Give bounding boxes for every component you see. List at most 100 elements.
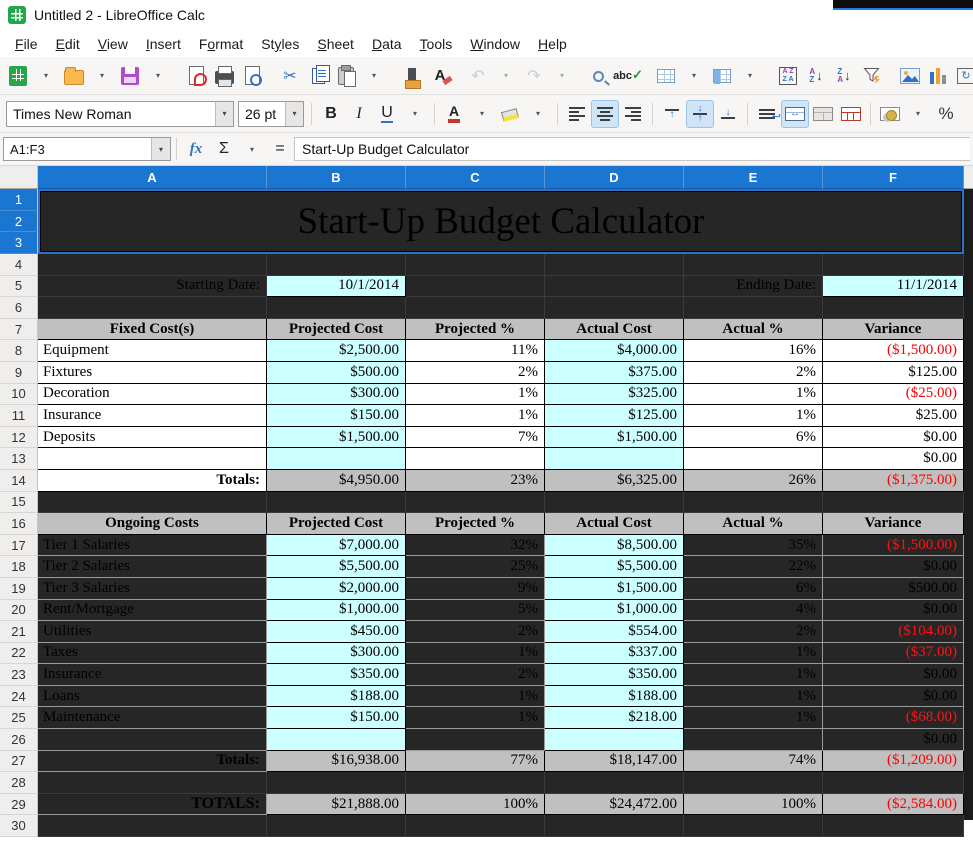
projected-pct-cell[interactable]: 7% [406, 427, 545, 449]
header-cell[interactable]: Fixed Cost(s) [38, 319, 267, 341]
projected-cost-cell[interactable]: $450.00 [267, 621, 406, 643]
row-header-27[interactable]: 27 [0, 751, 38, 773]
variance-cell[interactable]: $0.00 [823, 686, 964, 708]
totals-label-cell[interactable]: Totals: [38, 751, 267, 773]
projected-cost-cell[interactable]: $5,500.00 [267, 556, 406, 578]
projected-cost-cell[interactable]: $1,000.00 [267, 600, 406, 622]
font-color-button[interactable]: A [441, 101, 467, 127]
totals-variance-cell[interactable]: ($1,375.00) [823, 470, 964, 492]
function-wizard-button[interactable]: fx [183, 136, 209, 162]
cell[interactable] [406, 254, 545, 276]
font-size-combobox[interactable]: 26 pt ▾ [238, 101, 304, 127]
autofilter-button[interactable] [859, 63, 885, 89]
actual-cost-cell[interactable]: $1,500.00 [545, 578, 684, 600]
cell[interactable] [684, 492, 823, 514]
projected-cost-cell[interactable] [267, 729, 406, 751]
actual-cost-cell[interactable]: $188.00 [545, 686, 684, 708]
wrap-text-button[interactable]: ↩ [754, 101, 780, 127]
cell[interactable] [545, 297, 684, 319]
paste-dropdown[interactable]: ▾ [361, 63, 387, 89]
variance-cell[interactable]: ($104.00) [823, 621, 964, 643]
projected-pct-cell[interactable]: 1% [406, 384, 545, 406]
cost-name-cell[interactable]: Loans [38, 686, 267, 708]
cost-name-cell[interactable] [38, 729, 267, 751]
formula-button[interactable]: = [267, 136, 293, 162]
cell[interactable] [545, 815, 684, 837]
font-size-dropdown[interactable]: ▾ [285, 102, 303, 126]
cost-name-cell[interactable]: Taxes [38, 643, 267, 665]
column-header-e[interactable]: E [684, 166, 823, 189]
cell[interactable] [406, 815, 545, 837]
save-button[interactable] [117, 63, 143, 89]
projected-pct-cell[interactable]: 2% [406, 621, 545, 643]
actual-pct-cell[interactable] [684, 448, 823, 470]
totals-label-cell[interactable]: Totals: [38, 470, 267, 492]
cell[interactable] [823, 297, 964, 319]
italic-button[interactable]: I [346, 101, 372, 127]
header-cell[interactable]: Actual % [684, 513, 823, 535]
menu-item[interactable]: Window [461, 33, 529, 55]
sum-dropdown[interactable]: ▾ [239, 136, 265, 162]
cell[interactable] [406, 492, 545, 514]
header-cell[interactable]: Projected Cost [267, 513, 406, 535]
cell[interactable] [823, 772, 964, 794]
projected-pct-cell[interactable]: 5% [406, 600, 545, 622]
row-header[interactable]: 17 [0, 535, 38, 557]
row-header[interactable]: 18 [0, 556, 38, 578]
unmerge-cells-button[interactable] [838, 101, 864, 127]
underline-dropdown[interactable]: ▾ [402, 101, 428, 127]
highlight-color-dropdown[interactable]: ▾ [525, 101, 551, 127]
cost-name-cell[interactable]: Decoration [38, 384, 267, 406]
actual-pct-cell[interactable]: 2% [684, 362, 823, 384]
variance-cell[interactable]: $500.00 [823, 578, 964, 600]
totals-variance-cell[interactable]: ($1,209.00) [823, 751, 964, 773]
row-header-6[interactable]: 6 [0, 297, 38, 319]
cost-name-cell[interactable]: Insurance [38, 405, 267, 427]
sum-button[interactable]: Σ [211, 136, 237, 162]
row-header-4[interactable]: 4 [0, 254, 38, 276]
header-cell[interactable]: Ongoing Costs [38, 513, 267, 535]
menu-item[interactable]: View [89, 33, 137, 55]
column-header-f[interactable]: F [823, 166, 964, 189]
variance-cell[interactable]: ($1,500.00) [823, 340, 964, 362]
row-header[interactable]: 23 [0, 664, 38, 686]
totals-projected-cost-cell[interactable]: $4,950.00 [267, 470, 406, 492]
variance-cell[interactable]: $0.00 [823, 729, 964, 751]
projected-cost-cell[interactable]: $350.00 [267, 664, 406, 686]
projected-pct-cell[interactable]: 2% [406, 664, 545, 686]
menu-item[interactable]: Edit [47, 33, 89, 55]
actual-pct-cell[interactable]: 22% [684, 556, 823, 578]
totals-projected-pct-cell[interactable]: 77% [406, 751, 545, 773]
variance-cell[interactable]: ($1,500.00) [823, 535, 964, 557]
actual-pct-cell[interactable]: 35% [684, 535, 823, 557]
font-name-dropdown[interactable]: ▾ [215, 102, 233, 126]
projected-pct-cell[interactable]: 1% [406, 686, 545, 708]
cost-name-cell[interactable]: Utilities [38, 621, 267, 643]
open-dropdown[interactable]: ▾ [89, 63, 115, 89]
cost-name-cell[interactable]: Tier 1 Salaries [38, 535, 267, 557]
row-header[interactable]: 10 [0, 384, 38, 406]
row-header[interactable]: 25 [0, 707, 38, 729]
insert-row-button[interactable] [653, 63, 679, 89]
cost-name-cell[interactable]: Tier 2 Salaries [38, 556, 267, 578]
row-header-29[interactable]: 29 [0, 794, 38, 816]
cell[interactable] [684, 815, 823, 837]
cost-name-cell[interactable]: Deposits [38, 427, 267, 449]
name-box[interactable]: A1:F3 ▾ [3, 137, 171, 161]
row-header-7[interactable]: 7 [0, 319, 38, 341]
new-document-button[interactable] [5, 63, 31, 89]
cell[interactable] [38, 815, 267, 837]
row-header[interactable]: 13 [0, 448, 38, 470]
redo-dropdown[interactable]: ▾ [549, 63, 575, 89]
actual-cost-cell[interactable]: $5,500.00 [545, 556, 684, 578]
row-header[interactable]: 20 [0, 600, 38, 622]
totals-actual-pct-cell[interactable]: 26% [684, 470, 823, 492]
sort-descending-button[interactable]: ZA↓ [831, 63, 857, 89]
projected-cost-cell[interactable]: $300.00 [267, 643, 406, 665]
projected-pct-cell[interactable]: 1% [406, 707, 545, 729]
projected-pct-cell[interactable]: 1% [406, 643, 545, 665]
starting-date-value-cell[interactable]: 10/1/2014 [267, 276, 406, 298]
projected-cost-cell[interactable]: $1,500.00 [267, 427, 406, 449]
cell[interactable] [38, 492, 267, 514]
sort-button[interactable]: A ZZ A [775, 63, 801, 89]
